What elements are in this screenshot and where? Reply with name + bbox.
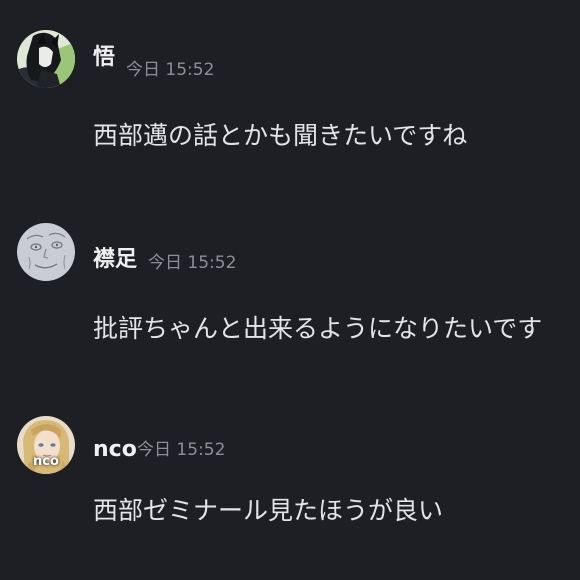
avatar[interactable]	[17, 223, 75, 281]
chat-message: 悟 今日 15:52 西部邁の話とかも聞きたいですね	[0, 0, 580, 150]
chat-message: nco nco 今日 15:52 西部ゼミナール見たほうが良い	[0, 386, 580, 536]
avatar-caption: nco	[33, 454, 59, 469]
timestamp: 今日 15:52	[148, 253, 237, 273]
message-text: 批評ちゃんと出来るようになりたいです	[93, 314, 543, 343]
timestamp: 今日 15:52	[126, 60, 215, 80]
username[interactable]: 悟	[93, 47, 115, 69]
message-text: 西部ゼミナール見たほうが良い	[93, 496, 444, 525]
timestamp: 今日 15:52	[137, 440, 226, 460]
avatar-sketch-face-icon	[17, 223, 75, 281]
username[interactable]: nco	[93, 439, 137, 461]
chat-message: 襟足 今日 15:52 批評ちゃんと出来るようになりたいです	[0, 193, 580, 343]
message-text: 西部邁の話とかも聞きたいですね	[93, 121, 468, 150]
username[interactable]: 襟足	[93, 249, 137, 271]
avatar[interactable]	[17, 30, 75, 88]
avatar-dark-haired-character-icon	[17, 30, 75, 88]
avatar-caption-wrap: nco	[17, 416, 75, 474]
